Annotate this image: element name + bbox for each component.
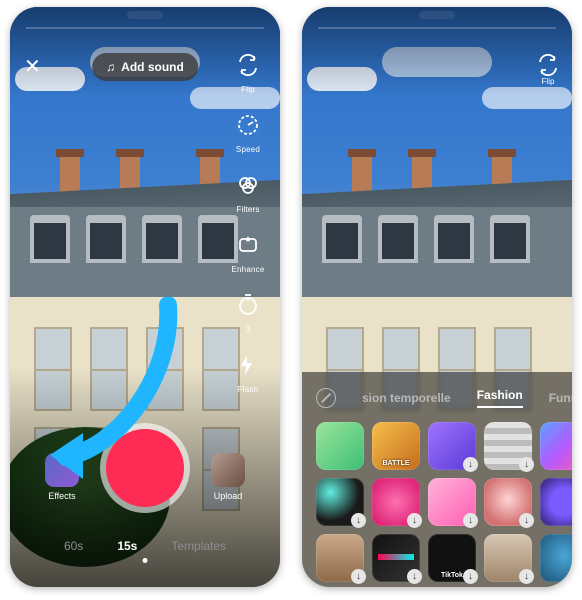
upload-button[interactable]: Upload	[208, 453, 248, 501]
notch	[419, 11, 455, 19]
fx-statue[interactable]: ↓	[484, 534, 532, 582]
download-icon: ↓	[463, 513, 478, 528]
upload-thumbnail-icon	[211, 453, 245, 487]
status-bar	[318, 27, 556, 29]
mode-selector: 60s 15s Templates	[10, 539, 280, 553]
camera-screen-effects-panel: Flip sion temporelle Fashion Funny Editi…	[302, 7, 572, 587]
music-note-icon: ♫	[106, 60, 115, 74]
close-button[interactable]: ✕	[24, 57, 41, 77]
filters-button[interactable]: Filters	[226, 173, 270, 217]
fx-outline-face[interactable]: ↓	[484, 478, 532, 526]
flip-icon	[236, 53, 260, 77]
download-icon: ↓	[519, 513, 534, 528]
download-icon: ↓	[407, 569, 422, 584]
fx-green-play[interactable]	[316, 422, 364, 470]
camera-screen-record: ✕ ♫ Add sound Flip Speed Filters Enhance	[10, 7, 280, 587]
effects-panel: sion temporelle Fashion Funny Editi BATT…	[302, 372, 572, 587]
upload-label: Upload	[214, 491, 243, 501]
effects-button[interactable]: Effects	[42, 453, 82, 501]
tab-fashion[interactable]: Fashion	[477, 388, 523, 408]
fx-tiktok-neon[interactable]: ↓	[316, 478, 364, 526]
effects-category-tabs: sion temporelle Fashion Funny Editi	[302, 382, 572, 414]
mode-templates[interactable]: Templates	[171, 539, 226, 553]
effects-icon	[45, 453, 79, 487]
fx-aqua-face[interactable]: ↓	[540, 534, 572, 582]
record-button[interactable]	[106, 429, 184, 507]
speed-button[interactable]: Speed	[226, 113, 270, 157]
filters-label: Filters	[236, 205, 259, 214]
add-sound-label: Add sound	[121, 60, 184, 74]
fx-music-tiktok[interactable]: TikTok↓	[428, 534, 476, 582]
mode-15s[interactable]: 15s	[117, 539, 137, 553]
flash-label: Flash	[238, 385, 259, 394]
timer-button[interactable]: 3	[226, 293, 270, 337]
fx-rainbow-bar[interactable]: ↓	[372, 534, 420, 582]
download-icon: ↓	[407, 513, 422, 528]
camera-tool-column: Flip Speed Filters Enhance 3 Flash	[226, 53, 270, 413]
fx-portrait[interactable]: ↓	[316, 534, 364, 582]
flip-icon	[536, 53, 560, 77]
speed-label: Speed	[236, 145, 260, 154]
flip-label: Flip	[241, 85, 255, 94]
download-icon: ↓	[351, 513, 366, 528]
fx-battle[interactable]: BATTLE	[372, 422, 420, 470]
download-icon: ↓	[519, 457, 534, 472]
flip-button[interactable]: Flip	[536, 53, 560, 86]
mode-indicator-dot	[143, 558, 148, 563]
enhance-label: Enhance	[232, 265, 265, 274]
flip-button[interactable]: Flip	[226, 53, 270, 97]
no-effect-icon[interactable]	[316, 388, 336, 408]
enhance-icon	[236, 233, 260, 257]
mode-60s[interactable]: 60s	[64, 539, 83, 553]
tab-partial-left[interactable]: sion temporelle	[362, 391, 451, 405]
effects-grid: BATTLE↓↓↓↓↓↓↓↓↓↓TikTok↓↓↓	[316, 422, 572, 582]
timer-label: 3	[246, 325, 251, 334]
fx-gradient[interactable]: ↓	[540, 422, 572, 470]
download-icon: ↓	[351, 569, 366, 584]
tab-funny[interactable]: Funny	[549, 391, 572, 405]
flash-icon	[236, 353, 260, 377]
effect-tile-label: BATTLE	[372, 460, 420, 467]
flash-button[interactable]: Flash	[226, 353, 270, 397]
add-sound-button[interactable]: ♫ Add sound	[92, 53, 198, 81]
download-icon: ↓	[519, 569, 534, 584]
download-icon: ↓	[463, 457, 478, 472]
effects-label: Effects	[48, 491, 75, 501]
speed-icon	[236, 113, 260, 137]
filters-icon	[236, 173, 260, 197]
fx-pink-face[interactable]: ↓	[372, 478, 420, 526]
notch	[127, 11, 163, 19]
fx-stripe-shirt[interactable]: ↓	[484, 422, 532, 470]
flip-label: Flip	[536, 77, 560, 86]
fx-violet-depth[interactable]: ↓	[540, 478, 572, 526]
download-icon: ↓	[463, 569, 478, 584]
fx-purple-grid[interactable]: ↓	[428, 422, 476, 470]
status-bar	[26, 27, 264, 29]
fx-rose[interactable]: ↓	[428, 478, 476, 526]
timer-icon	[236, 293, 260, 317]
enhance-button[interactable]: Enhance	[226, 233, 270, 277]
